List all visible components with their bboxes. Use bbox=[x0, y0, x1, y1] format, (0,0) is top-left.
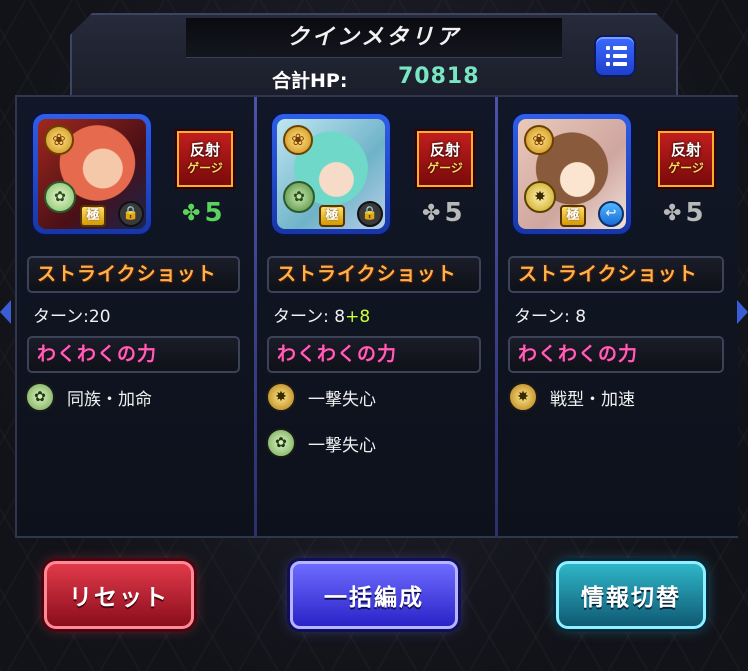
list-menu-icon bbox=[606, 46, 634, 50]
gimmick-ability-name: わくわくの力 bbox=[267, 336, 481, 373]
gimmick-ability-name: わくわくの力 bbox=[27, 336, 240, 373]
clover-icon: ✤ bbox=[422, 200, 441, 226]
luck-value: 5 bbox=[685, 198, 704, 228]
strike-shot-turns: ターン: 8 bbox=[514, 307, 587, 327]
scroll-left-arrow-icon[interactable] bbox=[0, 300, 11, 324]
quest-title: クインメタリア bbox=[186, 18, 562, 58]
character-portrait-3[interactable]: ❀ ✸ 極 ↩ bbox=[513, 114, 631, 234]
ability-icon: ✸ bbox=[266, 382, 296, 412]
luck-indicator: ✤ 5 bbox=[182, 198, 223, 228]
wood-element-icon: ✿ bbox=[44, 181, 76, 213]
character-art: ❀ ✸ 極 ↩ bbox=[518, 119, 626, 229]
character-portrait-1[interactable]: ❀ ✿ 極 🔒 bbox=[33, 114, 151, 234]
list-menu-button[interactable] bbox=[594, 35, 636, 77]
scroll-right-arrow-icon[interactable] bbox=[737, 300, 748, 324]
light-element-icon: ✸ bbox=[524, 181, 556, 213]
ability-item: ✿ 同族・加命 bbox=[25, 382, 152, 412]
strike-shot-turns: ターン:20 bbox=[33, 307, 111, 327]
strike-shot-name: ストライクショット bbox=[27, 256, 240, 293]
reflect-gauge-badge: 反射 ゲージ bbox=[417, 131, 473, 187]
total-hp-value: 70818 bbox=[398, 64, 480, 89]
ability-item: ✸ 戦型・加速 bbox=[508, 382, 635, 412]
lock-icon: 🔒 bbox=[118, 201, 144, 227]
info-switch-button[interactable]: 情報切替 bbox=[556, 561, 706, 629]
gimmick-ability-name: わくわくの力 bbox=[508, 336, 724, 373]
total-hp-label: 合計HP: bbox=[272, 70, 348, 92]
kyoku-badge: 極 bbox=[560, 205, 586, 227]
luck-indicator: ✤ 5 bbox=[422, 198, 463, 228]
reflect-gauge-badge: 反射 ゲージ bbox=[658, 131, 714, 187]
ability-icon: ✿ bbox=[266, 428, 296, 458]
ability-item: ✿ 一撃失心 bbox=[266, 428, 376, 458]
reflect-gauge-badge: 反射 ゲージ bbox=[177, 131, 233, 187]
ability-icon: ✿ bbox=[25, 382, 55, 412]
kyoku-badge: 極 bbox=[80, 205, 106, 227]
gold-rank-icon: ❀ bbox=[524, 125, 554, 155]
luck-value: 5 bbox=[444, 198, 463, 228]
lock-icon: 🔒 bbox=[357, 201, 383, 227]
character-art: ❀ ✿ 極 🔒 bbox=[277, 119, 385, 229]
luck-value: 5 bbox=[204, 198, 223, 228]
wood-element-icon: ✿ bbox=[283, 181, 315, 213]
clover-icon: ✤ bbox=[182, 200, 201, 226]
strike-shot-turns: ターン: 8+8 bbox=[273, 307, 371, 327]
kyoku-badge: 極 bbox=[319, 205, 345, 227]
clover-icon: ✤ bbox=[663, 200, 682, 226]
gold-rank-icon: ❀ bbox=[44, 125, 74, 155]
character-portrait-2[interactable]: ❀ ✿ 極 🔒 bbox=[272, 114, 390, 234]
ability-item: ✸ 一撃失心 bbox=[266, 382, 376, 412]
luck-indicator: ✤ 5 bbox=[663, 198, 704, 228]
swap-arrow-icon: ↩ bbox=[598, 201, 624, 227]
strike-shot-name: ストライクショット bbox=[267, 256, 481, 293]
gold-rank-icon: ❀ bbox=[283, 125, 313, 155]
bulk-formation-button[interactable]: 一括編成 bbox=[290, 561, 458, 629]
strike-shot-name: ストライクショット bbox=[508, 256, 724, 293]
character-art: ❀ ✿ 極 🔒 bbox=[38, 119, 146, 229]
ability-icon: ✸ bbox=[508, 382, 538, 412]
reset-button[interactable]: リセット bbox=[44, 561, 194, 629]
